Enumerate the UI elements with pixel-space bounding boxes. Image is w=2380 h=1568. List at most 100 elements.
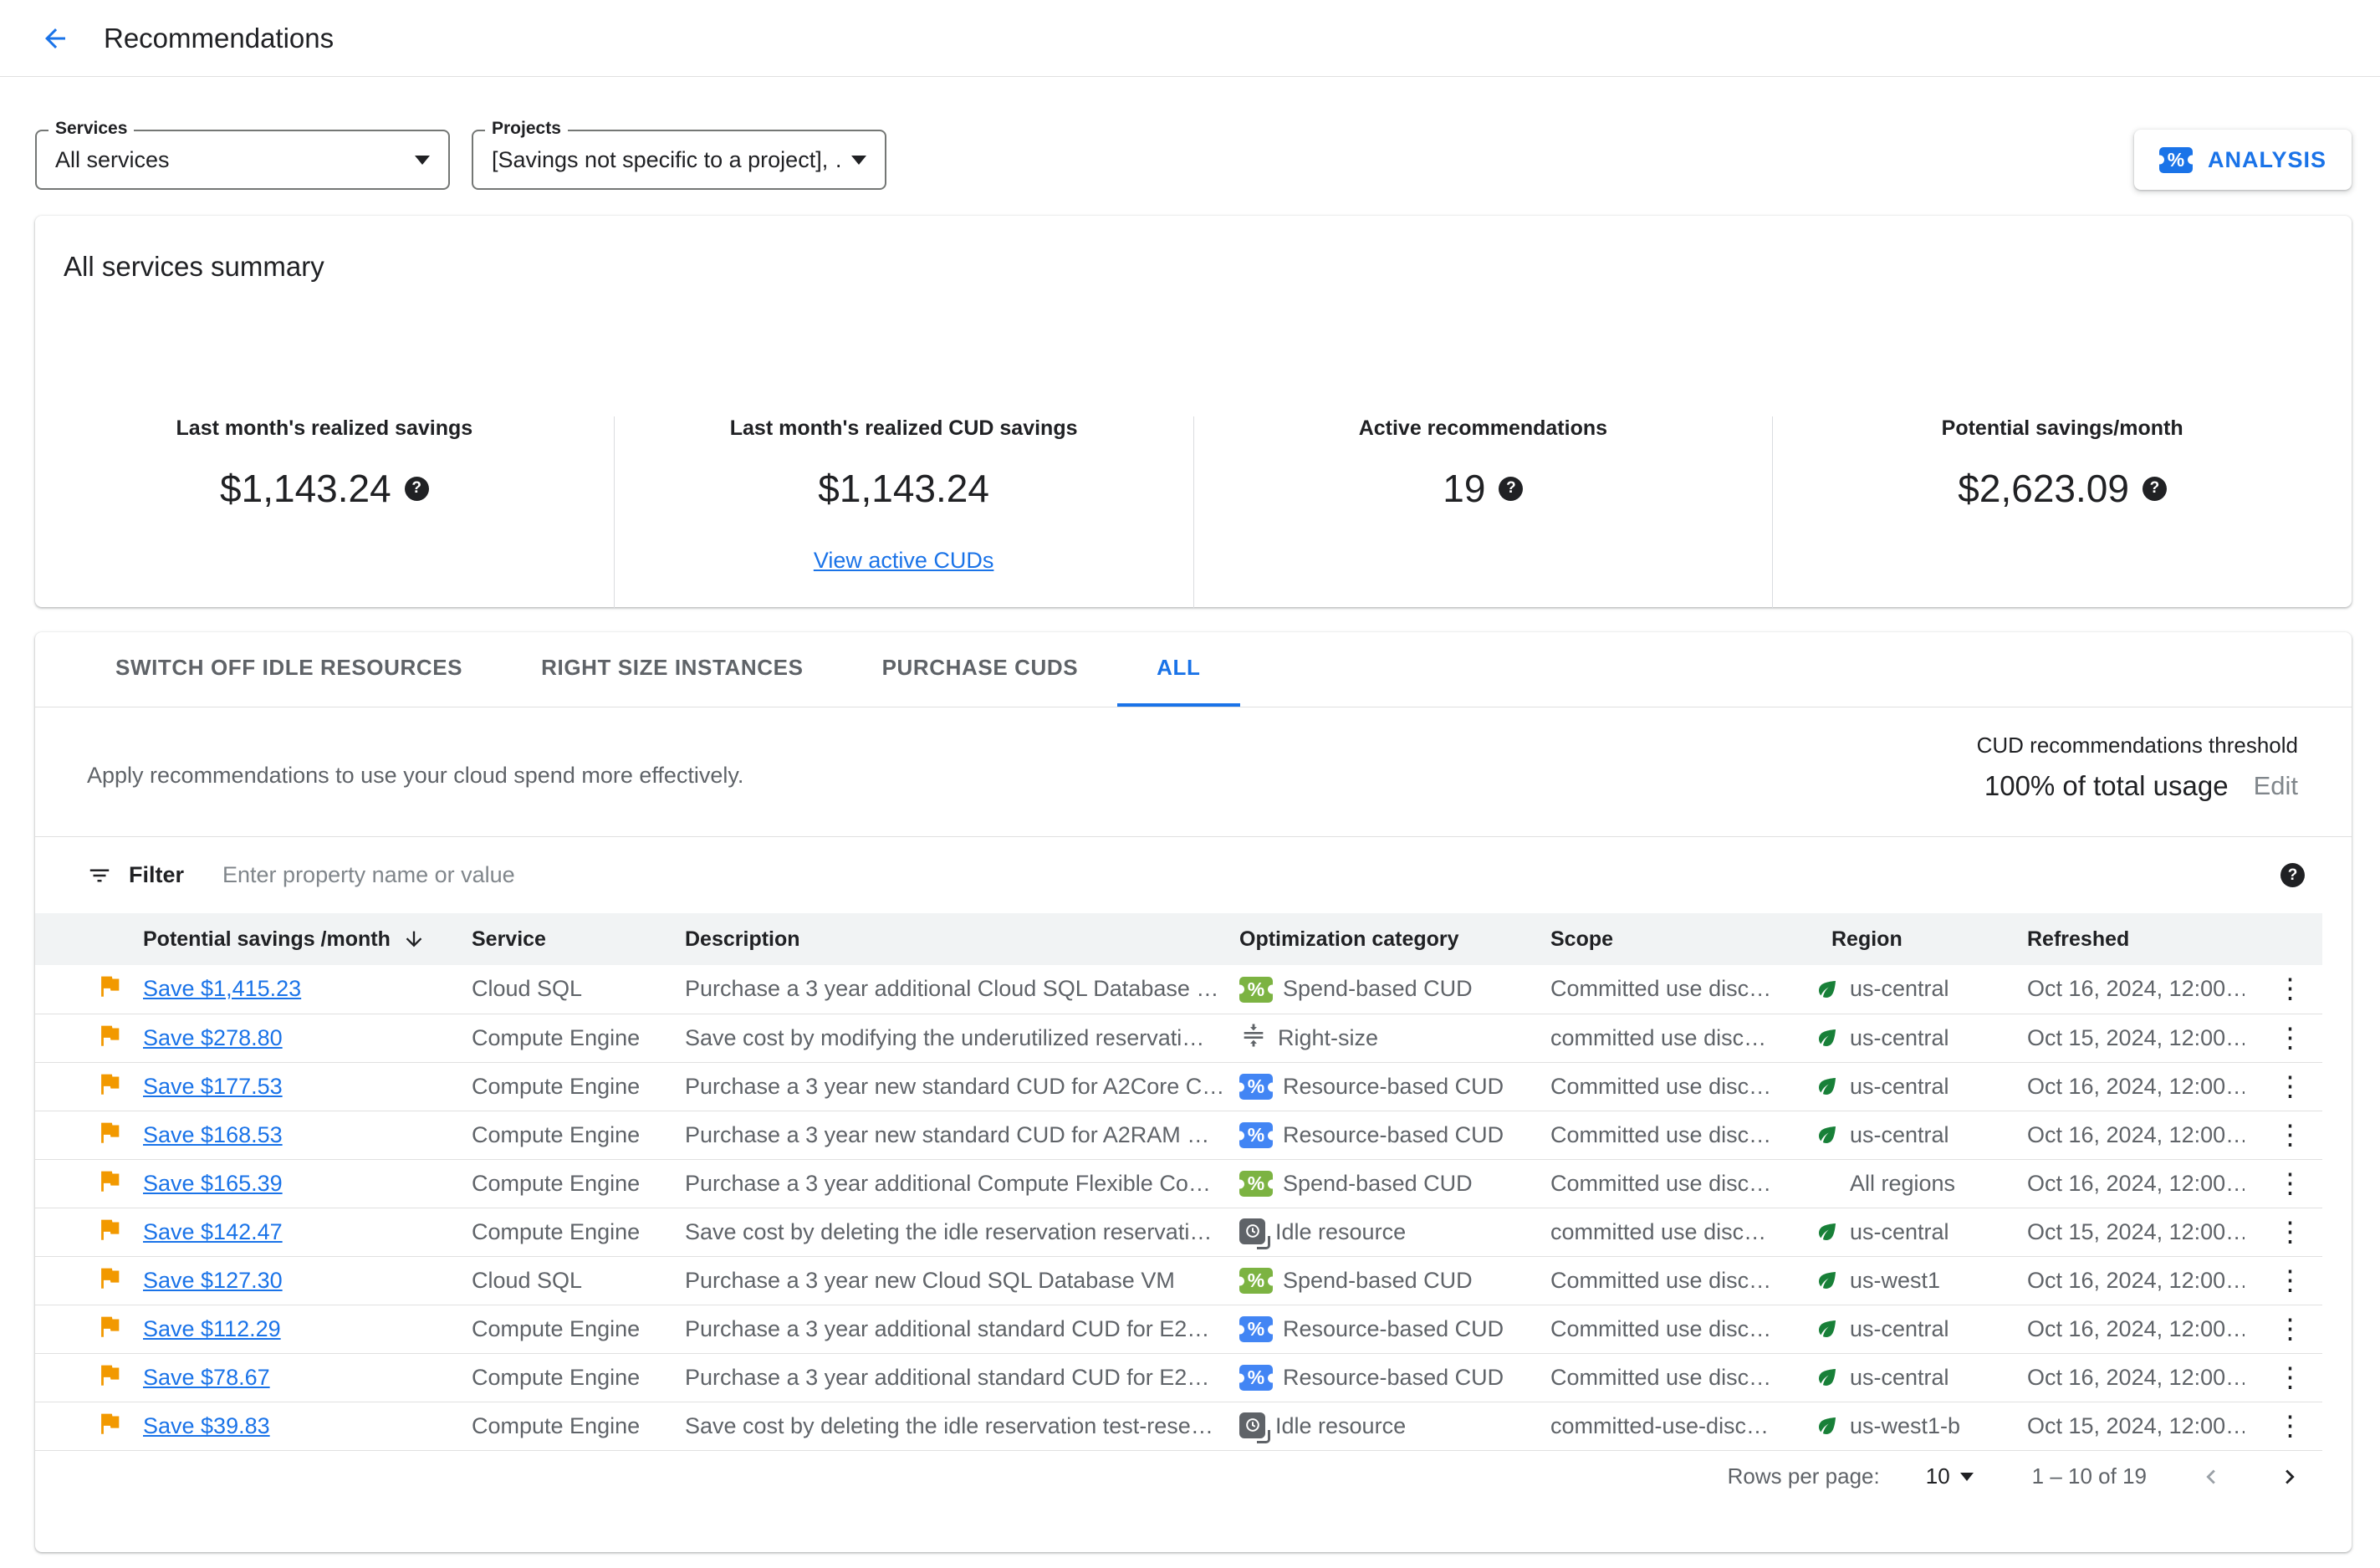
refreshed-cell: Oct 16, 2024, 12:00… <box>2027 1062 2245 1111</box>
idle-resource-icon <box>1239 1218 1270 1249</box>
row-menu-button[interactable]: ⋮ <box>2245 1169 2304 1197</box>
savings-link[interactable]: Save $142.47 <box>143 1219 283 1244</box>
row-menu-button[interactable]: ⋮ <box>2245 1363 2304 1391</box>
idle-resource-icon <box>1239 1412 1270 1443</box>
column-header-scope[interactable]: Scope <box>1550 913 1815 965</box>
savings-link[interactable]: Save $112.29 <box>143 1316 281 1341</box>
stat-value: $2,623.09 <box>1958 467 2129 510</box>
service-cell: Compute Engine <box>472 1353 685 1402</box>
row-menu-button[interactable]: ⋮ <box>2245 1315 2304 1342</box>
resource-cud-ticket-icon: % <box>1239 1316 1273 1342</box>
help-icon[interactable]: ? <box>2280 863 2305 887</box>
stat-realized-cud-savings: Last month's realized CUD savings $1,143… <box>613 416 1193 609</box>
category-cell: % Resource-based CUD <box>1239 1111 1550 1160</box>
tab-switch-off-idle-resources[interactable]: SWITCH OFF IDLE RESOURCES <box>76 632 502 707</box>
region-cell: us-central <box>1815 965 2027 1014</box>
category-icon: % <box>1239 1121 1273 1148</box>
row-menu-button[interactable]: ⋮ <box>2245 1266 2304 1294</box>
savings-link[interactable]: Save $1,415.23 <box>143 976 301 1001</box>
services-select[interactable]: Services All services <box>35 119 450 190</box>
description-cell: Purchase a 3 year additional standard CU… <box>685 1305 1239 1354</box>
flag-icon <box>95 972 124 1000</box>
view-active-cuds-link[interactable]: View active CUDs <box>814 548 994 574</box>
help-icon[interactable]: ? <box>2142 476 2167 501</box>
filter-bar: Filter ? <box>35 836 2352 913</box>
region-cell: All regions <box>1815 1159 2027 1208</box>
category-cell: Idle resource <box>1239 1208 1550 1257</box>
row-menu-button[interactable]: ⋮ <box>2245 1218 2304 1245</box>
filter-input[interactable] <box>221 861 2280 889</box>
filter-label: Filter <box>129 862 185 887</box>
sort-descending-icon <box>406 931 422 947</box>
leaf-icon <box>1815 1413 1840 1438</box>
region-cell: us-central <box>1815 1208 2027 1257</box>
category-cell: % Spend-based CUD <box>1239 965 1550 1014</box>
row-menu-button[interactable]: ⋮ <box>2245 1024 2304 1051</box>
category-cell: % Spend-based CUD <box>1239 1159 1550 1208</box>
service-cell: Compute Engine <box>472 1111 685 1160</box>
description-cell: Purchase a 3 year additional Compute Fle… <box>685 1159 1239 1208</box>
help-icon[interactable]: ? <box>404 476 429 501</box>
scope-cell: committed use disc… <box>1550 1208 1815 1257</box>
region-cell: us-west1 <box>1815 1256 2027 1305</box>
refreshed-cell: Oct 16, 2024, 12:00… <box>2027 965 2245 1014</box>
row-menu-button[interactable]: ⋮ <box>2245 1121 2304 1148</box>
recommendations-card: SWITCH OFF IDLE RESOURCES RIGHT SIZE INS… <box>35 632 2352 1552</box>
right-size-icon <box>1244 1024 1264 1046</box>
row-menu-button[interactable]: ⋮ <box>2245 1072 2304 1100</box>
projects-select[interactable]: Projects [Savings not specific to a proj… <box>472 119 886 190</box>
back-button[interactable] <box>37 20 74 57</box>
service-cell: Compute Engine <box>472 1305 685 1354</box>
category-cell: Right-size <box>1239 1014 1550 1063</box>
percent-ticket-icon: % <box>2158 146 2193 173</box>
savings-link[interactable]: Save $127.30 <box>143 1268 283 1293</box>
chevron-down-icon <box>1959 1472 1974 1481</box>
column-header-service[interactable]: Service <box>472 913 685 965</box>
savings-link[interactable]: Save $278.80 <box>143 1025 283 1050</box>
savings-link[interactable]: Save $39.83 <box>143 1413 270 1438</box>
column-header-description[interactable]: Description <box>685 913 1239 965</box>
column-header-refreshed[interactable]: Refreshed <box>2027 913 2245 965</box>
refreshed-cell: Oct 16, 2024, 12:00… <box>2027 1111 2245 1160</box>
column-header-optimization-category[interactable]: Optimization category <box>1239 913 1550 965</box>
scope-cell: Committed use disc… <box>1550 1062 1815 1111</box>
previous-page-button[interactable] <box>2197 1463 2225 1491</box>
column-header-region[interactable]: Region <box>1815 913 2027 965</box>
flag-icon <box>95 1312 124 1341</box>
savings-link[interactable]: Save $168.53 <box>143 1122 283 1147</box>
refreshed-cell: Oct 16, 2024, 12:00… <box>2027 1159 2245 1208</box>
savings-link[interactable]: Save $78.67 <box>143 1365 270 1390</box>
resource-cud-ticket-icon: % <box>1239 1365 1273 1391</box>
scope-cell: Committed use disc… <box>1550 1256 1815 1305</box>
table-header-row: Potential savings /month Service Descrip… <box>35 913 2322 965</box>
table-row: Save $127.30 Cloud SQL Purchase a 3 year… <box>35 1256 2322 1305</box>
tab-all[interactable]: ALL <box>1117 632 1240 707</box>
analysis-button[interactable]: % ANALYSIS <box>2133 130 2352 190</box>
description-cell: Purchase a 3 year additional Cloud SQL D… <box>685 965 1239 1014</box>
service-cell: Compute Engine <box>472 1159 685 1208</box>
scope-cell: Committed use disc… <box>1550 1305 1815 1354</box>
savings-link[interactable]: Save $165.39 <box>143 1171 283 1196</box>
help-icon[interactable]: ? <box>1499 476 1524 501</box>
savings-link[interactable]: Save $177.53 <box>143 1074 283 1099</box>
tab-right-size-instances[interactable]: RIGHT SIZE INSTANCES <box>502 632 842 707</box>
leaf-icon <box>1815 977 1840 1002</box>
scope-cell: Committed use disc… <box>1550 1353 1815 1402</box>
tab-purchase-cuds[interactable]: PURCHASE CUDS <box>843 632 1118 707</box>
scope-cell: Committed use disc… <box>1550 1111 1815 1160</box>
stat-value: $1,143.24 <box>818 467 989 510</box>
stat-realized-savings: Last month's realized savings $1,143.24 … <box>35 416 614 609</box>
row-menu-button[interactable]: ⋮ <box>2245 974 2304 1002</box>
description-cell: Purchase a 3 year new standard CUD for A… <box>685 1111 1239 1160</box>
rows-per-page-select[interactable]: 10 <box>1926 1463 1974 1489</box>
top-bar: Recommendations <box>0 0 2380 77</box>
row-menu-button[interactable]: ⋮ <box>2245 1412 2304 1439</box>
service-cell: Compute Engine <box>472 1402 685 1451</box>
recommendations-table: Potential savings /month Service Descrip… <box>35 913 2322 1451</box>
edit-threshold-link[interactable]: Edit <box>2254 771 2298 801</box>
table-row: Save $142.47 Compute Engine Save cost by… <box>35 1208 2322 1257</box>
next-page-button[interactable] <box>2275 1463 2304 1491</box>
pagination-bar: Rows per page: 10 1 – 10 of 19 <box>35 1451 2352 1503</box>
column-header-savings[interactable]: Potential savings /month <box>143 913 472 965</box>
page-title: Recommendations <box>104 22 335 54</box>
